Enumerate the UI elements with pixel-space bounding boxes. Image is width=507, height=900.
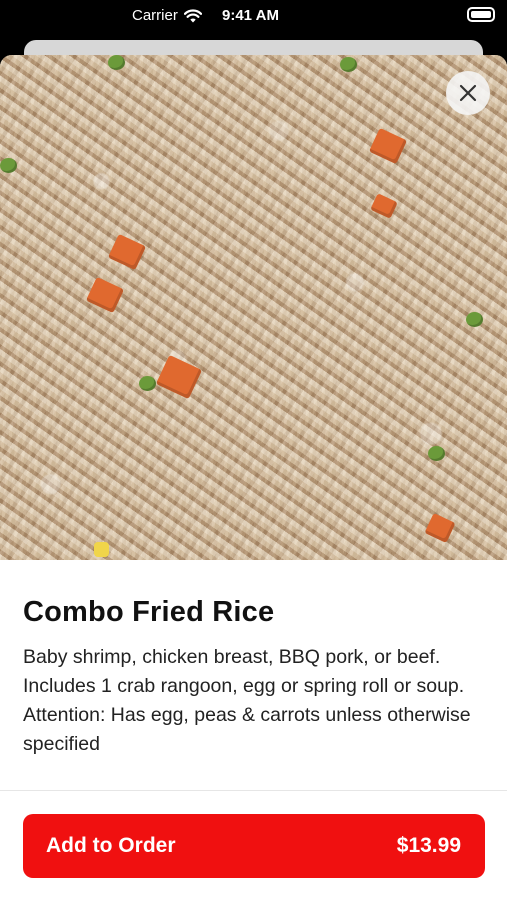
item-detail-sheet: Combo Fried Rice Baby shrimp, chicken br…: [0, 55, 507, 900]
pea-bit: [466, 312, 483, 327]
pea-bit: [0, 158, 17, 173]
close-button[interactable]: [446, 71, 490, 115]
fried-rice-photo: [0, 55, 507, 560]
item-description: Baby shrimp, chicken breast, BBQ pork, o…: [23, 646, 471, 755]
carrot-bit: [368, 127, 408, 165]
wifi-icon: [183, 8, 202, 22]
item-title: Combo Fried Rice: [23, 596, 275, 628]
carrot-bit: [424, 512, 456, 544]
carrot-bit: [155, 354, 203, 400]
status-time: 9:41 AM: [222, 7, 279, 24]
pea-bit: [108, 55, 125, 70]
pea-bit: [428, 446, 445, 461]
battery-icon: [467, 7, 495, 22]
carrot-bit: [85, 276, 125, 314]
add-to-order-label: Add to Order: [46, 834, 176, 857]
pea-bit: [139, 376, 156, 391]
status-bar: Carrier 9:41 AM: [0, 0, 507, 32]
carrier-label: Carrier: [132, 7, 178, 24]
price-label: $13.99: [396, 834, 461, 857]
carrot-bit: [107, 233, 147, 271]
close-icon: [459, 84, 477, 102]
carrier-group: Carrier: [132, 7, 202, 24]
carrot-bit: [370, 193, 398, 219]
corn-bit: [94, 542, 109, 557]
divider: [0, 790, 507, 791]
add-to-order-button[interactable]: Add to Order $13.99: [23, 814, 485, 878]
pea-bit: [340, 57, 357, 72]
